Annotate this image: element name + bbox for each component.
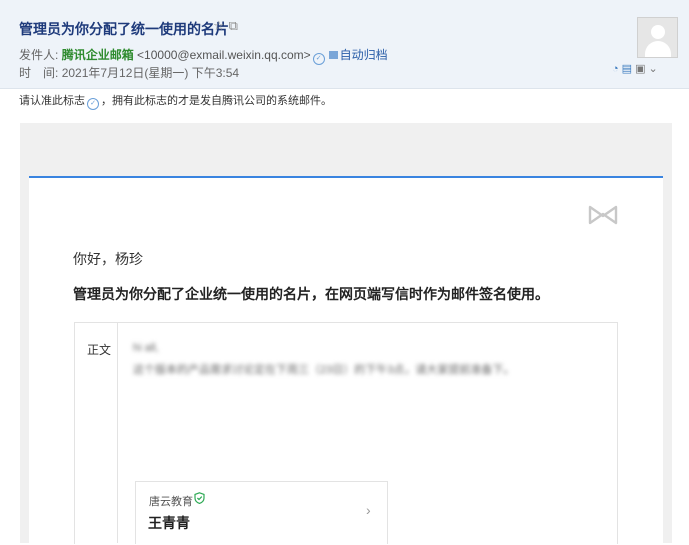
verified-shield-icon [194, 492, 205, 504]
archive-icon [328, 51, 338, 59]
header-toolbar: ◔ ▤ ▣ ⌄ [612, 62, 661, 75]
chevron-right-icon[interactable]: › [366, 502, 371, 518]
preview-line: 这个版本的产品需求讨论定在下周三（23日）的下午3点，请大家提前准备下。 [133, 364, 515, 376]
star-icon[interactable]: ☆ [213, 18, 225, 33]
greeting: 你好，杨珍 [73, 251, 143, 267]
note-icon[interactable]: ▤ [622, 63, 632, 75]
email-subject: 管理员为你分配了统一使用的名片 [19, 21, 229, 37]
chevron-down-icon[interactable]: ⌄ [648, 63, 657, 75]
time-row: 时 间: 2021年7月12日(星期一) 下午3:54 [19, 64, 239, 81]
headline: 管理员为你分配了企业统一使用的名片，在网页端写信时作为邮件签名使用。 [73, 286, 549, 302]
avatar[interactable] [637, 17, 678, 58]
security-notice: 请认准此标志 ✓ ，拥有此标志的才是发自腾讯公司的系统邮件。 [19, 92, 332, 110]
popout-icon[interactable]: ⧉ [229, 18, 238, 33]
sender-name[interactable]: 腾讯企业邮箱 [62, 48, 134, 62]
notice-prefix: 请认准此标志 [19, 95, 85, 107]
preview-line: hi all, [133, 342, 159, 354]
preview-label: 正文 [87, 343, 112, 357]
subject-actions: ☆ ⧉ [213, 18, 242, 34]
card-company: 唐云教育 [149, 496, 193, 508]
time-label: 时 间: [19, 66, 59, 80]
avatar-head-shape [651, 25, 665, 39]
verified-badge-icon[interactable]: ✓ [312, 53, 325, 65]
system-mail-badge-icon: ✓ [87, 98, 99, 110]
notice-suffix: ，拥有此标志的才是发自腾讯公司的系统邮件。 [101, 95, 332, 107]
auto-archive-link[interactable]: 自动归档 [340, 48, 388, 62]
print-icon[interactable]: ▣ [635, 63, 645, 75]
avatar-body-shape [645, 41, 671, 57]
tencent-exmail-logo-icon [588, 205, 618, 225]
reply-icon[interactable]: ◔ [612, 63, 619, 75]
from-row: 发件人: 腾讯企业邮箱 <10000@exmail.weixin.qq.com>… [19, 46, 388, 65]
time-value: 2021年7月12日(星期一) 下午3:54 [61, 66, 240, 80]
sender-address: <10000@exmail.weixin.qq.com> [137, 48, 311, 62]
from-label: 发件人: [19, 48, 59, 62]
card-person-name: 王青青 [148, 515, 190, 531]
